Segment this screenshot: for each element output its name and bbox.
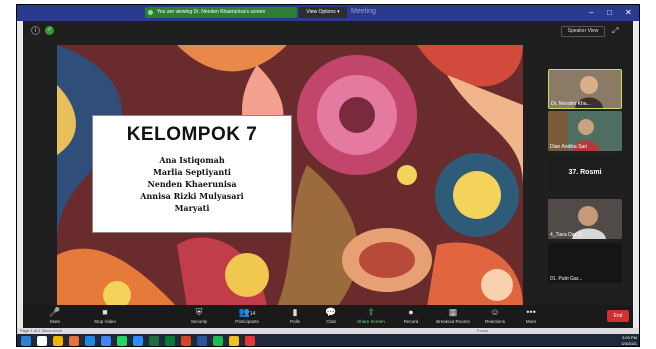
tool-label: Breakout Rooms — [436, 319, 470, 324]
chat-icon: 💬 — [325, 307, 337, 317]
participant-tile[interactable]: 01. Putri Gar... — [548, 243, 622, 283]
reactions-icon: ☺ — [490, 307, 500, 317]
microphone-icon: 🎤 — [49, 307, 61, 317]
more-icon: ••• — [526, 307, 536, 317]
right-doc-margin — [633, 21, 639, 328]
tool-label: Share Screen — [357, 319, 385, 324]
shared-slide: KELOMPOK 7 Ana Istiqomah Marlia Septiyan… — [57, 45, 523, 307]
stop-video-button[interactable]: ■ Stop Video — [85, 307, 125, 326]
speaker-view-button[interactable]: Speaker View — [561, 26, 605, 37]
view-options-button[interactable]: View Options ▾ — [299, 7, 347, 18]
tool-label: Mute — [49, 319, 60, 324]
polls-icon: ▮ — [292, 307, 298, 317]
breakout-rooms-icon: ▦ — [448, 307, 458, 317]
excel-icon[interactable] — [149, 336, 159, 346]
member-list: Ana Istiqomah Marlia Septiyanti Nenden K… — [93, 154, 291, 214]
share-notice-text: You are viewing Dr. Nenden Khaerunisa's … — [157, 9, 266, 15]
camera-icon: ■ — [102, 307, 108, 317]
more-button[interactable]: ••• More — [511, 307, 551, 326]
app-icon[interactable] — [229, 336, 239, 346]
meeting-toolbar: 🎤 Mute ■ Stop Video ⛨ Security 👥14 Parti… — [23, 305, 633, 328]
mute-button[interactable]: 🎤 Mute — [35, 307, 75, 326]
participant-name: Dr. Nenden Kha... — [551, 101, 591, 107]
spotify-icon[interactable] — [213, 336, 223, 346]
tool-label: Record — [403, 319, 419, 324]
info-icon[interactable]: i — [31, 26, 40, 35]
member-name: Ana Istiqomah — [159, 155, 225, 165]
encryption-shield-icon[interactable]: ✓ — [45, 26, 54, 35]
participant-count: 14 — [249, 311, 256, 317]
zoom-titlebar: You are viewing Dr. Nenden Khaerunisa's … — [17, 5, 639, 21]
screenshot-frame: You are viewing Dr. Nenden Khaerunisa's … — [16, 4, 640, 347]
people-icon: 👥 — [238, 307, 250, 317]
tool-label: Reactions — [484, 319, 505, 324]
system-clock[interactable]: 3:00 PM 3/3/2021 — [621, 335, 637, 346]
edge-icon[interactable] — [85, 336, 95, 346]
minimize-button[interactable]: – — [589, 7, 593, 18]
participant-tile[interactable]: 4_Tiara Dwi S... — [548, 199, 622, 239]
window-title: Meeting — [351, 8, 376, 15]
reactions-button[interactable]: ☺ Reactions — [475, 307, 515, 326]
participants-icon: 👥14 — [227, 307, 267, 318]
shield-icon: ⛨ — [195, 307, 203, 317]
slide-title: KELOMPOK 7 — [126, 124, 258, 145]
tool-label: Security — [190, 319, 208, 324]
member-name: Nenden Khaerunisa — [147, 179, 237, 189]
fullscreen-icon[interactable]: ⤢ — [612, 26, 618, 36]
participant-name: 01. Putri Gar... — [550, 276, 583, 282]
app-icon[interactable] — [245, 336, 255, 346]
participant-name: Dian Andika Sari — [550, 144, 587, 150]
participants-button[interactable]: 👥14 Participants — [227, 307, 267, 326]
app-icon[interactable] — [165, 336, 175, 346]
zoom-icon[interactable] — [133, 336, 143, 346]
record-button[interactable]: ● Record — [391, 307, 431, 326]
firefox-icon[interactable] — [69, 336, 79, 346]
screen-share-notice: You are viewing Dr. Nenden Khaerunisa's … — [145, 7, 297, 18]
windows-taskbar: 3:00 PM 3/3/2021 — [17, 334, 639, 346]
member-name: Annisa Rizki Mulyasari — [140, 191, 244, 201]
start-icon[interactable] — [21, 336, 31, 346]
member-name: Maryati — [174, 203, 210, 213]
word-icon[interactable] — [197, 336, 207, 346]
whatsapp-icon[interactable] — [117, 336, 127, 346]
polls-button[interactable]: ▮ Polls — [275, 307, 315, 326]
file-explorer-icon[interactable] — [53, 336, 63, 346]
tool-label: Stop Video — [94, 319, 116, 324]
powerpoint-icon[interactable] — [181, 336, 191, 346]
zoom-meeting-window: i ✓ Speaker View ⤢ KELOMPOK 7 Ana Istiqo… — [23, 21, 633, 328]
chat-button[interactable]: 💬 Chat — [311, 307, 351, 326]
participant-name: 37. Rosmi — [568, 169, 602, 176]
share-screen-icon: ⇧ — [367, 307, 375, 317]
security-button[interactable]: ⛨ Security — [179, 307, 219, 326]
record-icon: ● — [408, 307, 414, 317]
share-screen-button[interactable]: ⇧ Share Screen — [351, 307, 391, 326]
maximize-button[interactable]: □ — [607, 7, 612, 18]
page-count: Page 1 of 1 Word count — [20, 328, 62, 333]
end-meeting-button[interactable]: End — [607, 310, 629, 322]
member-name: Marlia Septiyanti — [153, 167, 231, 177]
tool-label: Chat — [326, 319, 336, 324]
breakout-rooms-button[interactable]: ▦ Breakout Rooms — [433, 307, 473, 326]
participant-tile[interactable]: 37. Rosmi — [548, 155, 622, 195]
share-status-dot — [148, 10, 153, 15]
chrome-icon[interactable] — [101, 336, 111, 346]
tool-label: More — [525, 319, 537, 324]
participant-tile[interactable]: Dr. Nenden Kha... — [548, 69, 622, 109]
group-textbox: KELOMPOK 7 Ana Istiqomah Marlia Septiyan… — [92, 115, 292, 233]
participant-tile[interactable]: Dian Andika Sari — [548, 111, 622, 151]
participant-name: 4_Tiara Dwi S... — [550, 232, 586, 238]
clock-date: 3/3/2021 — [621, 341, 637, 346]
search-icon[interactable] — [37, 336, 47, 346]
tool-label: Participants — [235, 319, 259, 324]
close-button[interactable]: ✕ — [625, 7, 632, 18]
tool-label: Polls — [290, 319, 300, 324]
